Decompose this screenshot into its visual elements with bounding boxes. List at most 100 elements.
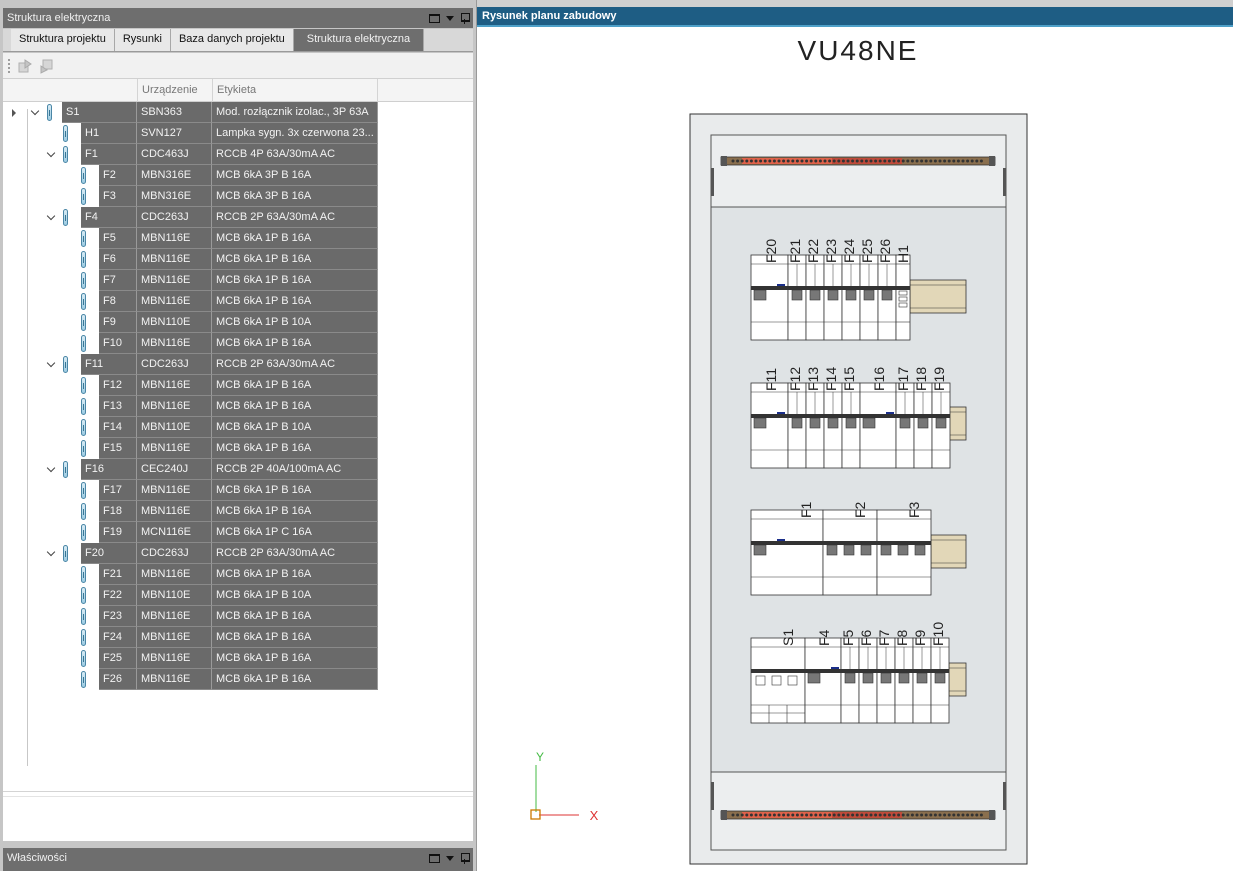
row-designation: F15 bbox=[99, 438, 137, 459]
move-up-icon[interactable] bbox=[17, 58, 33, 74]
row-designation: F10 bbox=[99, 333, 137, 354]
tree-row[interactable]: F26 MBN116E MCB 6kA 1P B 16A bbox=[3, 669, 473, 690]
modular-device[interactable]: F11 bbox=[750, 368, 789, 469]
collapse-chevron-icon[interactable] bbox=[47, 549, 55, 557]
tab-electrical-structure[interactable]: Struktura elektryczna bbox=[293, 29, 425, 51]
terminal-screw bbox=[814, 813, 818, 817]
device-icon bbox=[81, 272, 86, 289]
toolbar-grip[interactable] bbox=[8, 59, 10, 73]
tree-row[interactable]: S1 SBN363 Mod. rozłącznik izolac., 3P 63A bbox=[3, 102, 473, 123]
tree-row[interactable]: F22 MBN110E MCB 6kA 1P B 10A bbox=[3, 585, 473, 606]
tab-drawings[interactable]: Rysunki bbox=[114, 29, 171, 51]
terminal-screw bbox=[970, 159, 974, 163]
column-header-label[interactable]: Etykieta bbox=[212, 79, 378, 102]
panel-header-properties: Właściwości bbox=[3, 848, 473, 871]
modular-device[interactable]: F6 bbox=[858, 629, 878, 724]
modular-device[interactable]: F3 bbox=[876, 501, 932, 596]
device-designation-label: F24 bbox=[841, 239, 857, 263]
tree-row[interactable]: F14 MBN110E MCB 6kA 1P B 10A bbox=[3, 417, 473, 438]
device-toggle bbox=[827, 289, 839, 301]
rail-end-cap bbox=[989, 156, 995, 166]
terminal-screw bbox=[782, 813, 786, 817]
tree-row[interactable]: F7 MBN116E MCB 6kA 1P B 16A bbox=[3, 270, 473, 291]
row-label: MCB 6kA 1P B 16A bbox=[212, 564, 378, 585]
tree-row[interactable]: F17 MBN116E MCB 6kA 1P B 16A bbox=[3, 480, 473, 501]
tree-row[interactable]: F11 CDC263J RCCB 2P 63A/30mA AC bbox=[3, 354, 473, 375]
device-designation-label: F12 bbox=[787, 367, 803, 391]
row-device: MBN316E bbox=[137, 165, 212, 186]
device-toggle bbox=[899, 417, 911, 429]
modular-device[interactable]: S1 bbox=[750, 629, 806, 724]
collapse-chevron-icon[interactable] bbox=[31, 108, 39, 116]
terminal-screw bbox=[809, 159, 813, 163]
device-handle-bar bbox=[860, 414, 896, 418]
tree-row[interactable]: F4 CDC263J RCCB 2P 63A/30mA AC bbox=[3, 207, 473, 228]
window-icon[interactable] bbox=[429, 853, 440, 863]
tree-row[interactable]: F20 CDC263J RCCB 2P 63A/30mA AC bbox=[3, 543, 473, 564]
dropdown-arrow-icon[interactable] bbox=[446, 15, 454, 21]
toolbar bbox=[3, 53, 473, 79]
column-header-device[interactable]: Urządzenie bbox=[137, 79, 212, 102]
modular-device[interactable]: F1 bbox=[750, 501, 824, 596]
terminal-screw bbox=[782, 159, 786, 163]
device-designation-label: F3 bbox=[906, 501, 922, 518]
tree-row[interactable]: F1 CDC463J RCCB 4P 63A/30mA AC bbox=[3, 144, 473, 165]
modular-device[interactable]: H1 bbox=[895, 245, 911, 341]
tree-row[interactable]: F23 MBN116E MCB 6kA 1P B 16A bbox=[3, 606, 473, 627]
terminal-screw bbox=[795, 159, 799, 163]
tree-row[interactable]: F3 MBN316E MCB 6kA 3P B 16A bbox=[3, 186, 473, 207]
tree-row[interactable]: F9 MBN110E MCB 6kA 1P B 10A bbox=[3, 312, 473, 333]
device-icon bbox=[81, 377, 86, 394]
bottom-terminal-rail[interactable] bbox=[720, 810, 996, 820]
modular-device[interactable]: F9 bbox=[912, 629, 932, 724]
tree-row[interactable]: F5 MBN116E MCB 6kA 1P B 16A bbox=[3, 228, 473, 249]
device-icon bbox=[81, 230, 86, 247]
tree-row[interactable]: F2 MBN316E MCB 6kA 3P B 16A bbox=[3, 165, 473, 186]
top-terminal-rail[interactable] bbox=[720, 156, 996, 166]
modular-device[interactable]: F5 bbox=[840, 629, 860, 724]
tree-row[interactable]: F12 MBN116E MCB 6kA 1P B 16A bbox=[3, 375, 473, 396]
collapse-chevron-icon[interactable] bbox=[47, 150, 55, 158]
drawing-canvas[interactable]: VU48NE F20 F21 F22 F23 F24 F25 F26 H1F11 F12 F13 F… bbox=[477, 27, 1233, 871]
collapse-chevron-icon[interactable] bbox=[47, 465, 55, 473]
rail-end-cap bbox=[721, 156, 727, 166]
tree-row[interactable]: F24 MBN116E MCB 6kA 1P B 16A bbox=[3, 627, 473, 648]
row-label: MCB 6kA 3P B 16A bbox=[212, 186, 378, 207]
row-label: MCB 6kA 1P B 10A bbox=[212, 585, 378, 606]
device-designation-label: F25 bbox=[859, 239, 875, 263]
tab-project-database[interactable]: Baza danych projektu bbox=[170, 29, 294, 51]
tree-row[interactable]: H1 SVN127 Lampka sygn. 3x czerwona 23... bbox=[3, 123, 473, 144]
tree-row[interactable]: F13 MBN116E MCB 6kA 1P B 16A bbox=[3, 396, 473, 417]
collapse-chevron-icon[interactable] bbox=[47, 360, 55, 368]
row-label: RCCB 2P 63A/30mA AC bbox=[212, 354, 378, 375]
modular-device[interactable]: F8 bbox=[894, 629, 914, 724]
tree-row[interactable]: F10 MBN116E MCB 6kA 1P B 16A bbox=[3, 333, 473, 354]
terminal-screw bbox=[915, 813, 919, 817]
move-down-icon[interactable] bbox=[39, 58, 55, 74]
device-designation-label: H1 bbox=[895, 245, 911, 263]
tree-row[interactable]: F15 MBN116E MCB 6kA 1P B 16A bbox=[3, 438, 473, 459]
device-handle-bar bbox=[806, 286, 824, 290]
pin-icon[interactable] bbox=[460, 12, 470, 24]
modular-device[interactable]: F7 bbox=[876, 629, 896, 724]
tree-row[interactable]: F16 CEC240J RCCB 2P 40A/100mA AC bbox=[3, 459, 473, 480]
tab-project-structure[interactable]: Struktura projektu bbox=[11, 29, 115, 51]
lamp-indicator bbox=[898, 290, 908, 296]
modular-device[interactable]: F4 bbox=[804, 629, 842, 724]
window-icon[interactable] bbox=[429, 13, 440, 23]
tree-row[interactable]: F25 MBN116E MCB 6kA 1P B 16A bbox=[3, 648, 473, 669]
pin-icon[interactable] bbox=[460, 852, 470, 864]
tree-row[interactable]: F18 MBN116E MCB 6kA 1P B 16A bbox=[3, 501, 473, 522]
dropdown-arrow-icon[interactable] bbox=[446, 855, 454, 861]
terminal-screw bbox=[814, 159, 818, 163]
tree-row[interactable]: F19 MCN116E MCB 6kA 1P C 16A bbox=[3, 522, 473, 543]
tree-row[interactable]: F6 MBN116E MCB 6kA 1P B 16A bbox=[3, 249, 473, 270]
row-label: MCB 6kA 1P B 16A bbox=[212, 627, 378, 648]
tree-row[interactable]: F8 MBN116E MCB 6kA 1P B 16A bbox=[3, 291, 473, 312]
terminal-screw bbox=[892, 159, 896, 163]
collapse-chevron-icon[interactable] bbox=[47, 213, 55, 221]
device-icon bbox=[81, 566, 86, 583]
tree-row[interactable]: F21 MBN116E MCB 6kA 1P B 16A bbox=[3, 564, 473, 585]
terminal-screw bbox=[956, 813, 960, 817]
modular-device[interactable]: F2 bbox=[822, 501, 878, 596]
